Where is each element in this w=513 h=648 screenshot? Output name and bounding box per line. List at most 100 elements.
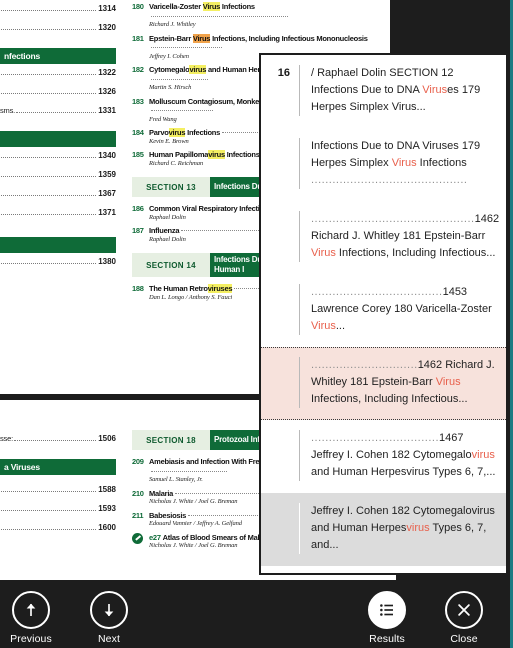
search-results-panel: 16 / Raphael Dolin SECTION 12 Infections… <box>259 53 508 575</box>
section-bar-green: nfections <box>0 48 116 64</box>
section-bar-green <box>0 131 116 147</box>
snippet-text: ... <box>335 320 346 332</box>
search-results-list[interactable]: 16 / Raphael Dolin SECTION 12 Infections… <box>261 55 506 573</box>
dot-leader: ..................................... <box>311 286 443 298</box>
dot-leader: .............................. <box>311 359 418 371</box>
search-keyword-match: Virus <box>311 247 336 259</box>
dot-leader <box>13 440 97 441</box>
toc-title-post: Infections <box>220 2 255 11</box>
section-tag: SECTION 18 <box>132 430 210 450</box>
search-result-page-number <box>261 503 299 554</box>
leader-row: 1367 <box>0 189 116 198</box>
dot-leader <box>1 93 97 94</box>
leader-page: 1340 <box>98 151 116 160</box>
search-result-snippet: ....................................1467… <box>299 430 506 481</box>
search-result-item[interactable]: Infections Due to DNA Viruses 179 Herpes… <box>261 128 506 201</box>
leader-page: 1593 <box>98 504 116 513</box>
close-label: Close <box>450 633 478 645</box>
toc-title-pre: Cytomegalo <box>149 65 190 74</box>
toc-title-highlight: viruses <box>207 284 233 293</box>
toc-title-pre: Influenza <box>149 226 180 235</box>
toc-title-post: Infections <box>185 128 221 137</box>
snippet-text: Infections, Including Infectious... <box>311 393 468 405</box>
dot-leader: .................................... <box>311 432 440 444</box>
toc-chapter-number: 211 <box>132 510 144 520</box>
leader-row: 1371 <box>0 208 116 217</box>
close-button[interactable]: Close <box>433 591 495 645</box>
leader-page: 1322 <box>98 68 116 77</box>
search-result-snippet: ..............................1462 Richa… <box>299 357 506 408</box>
section-tag: SECTION 14 <box>132 253 210 277</box>
dot-leader <box>1 176 97 177</box>
search-result-snippet: Infections Due to DNA Viruses 179 Herpes… <box>299 138 506 189</box>
dot-leader <box>1 29 97 30</box>
search-keyword-match: virus <box>406 522 430 534</box>
leader-page: 1371 <box>98 208 116 217</box>
toc-chapter-number: 186 <box>132 204 144 213</box>
search-result-item[interactable]: Jeffrey I. Cohen 182 Cytomegalovirus and… <box>261 493 506 566</box>
results-button[interactable]: Results <box>356 591 418 645</box>
leader-page: 1326 <box>98 87 116 96</box>
leader-row: 1314 <box>0 4 116 13</box>
toc-chapter-number: 185 <box>132 150 144 159</box>
section-bar-green <box>0 237 116 253</box>
leader-page: 1359 <box>98 170 116 179</box>
arrow-down-icon <box>90 591 128 629</box>
leader-row: 1588 <box>0 485 116 494</box>
toc-author: Richard J. Whitley <box>149 21 196 28</box>
search-result-item[interactable]: .....................................145… <box>261 274 506 347</box>
reader-app-window: 1314 1320 nfections 1322 1326 sms. 1331 … <box>0 0 513 648</box>
toc-title-pre: Epstein-Barr <box>149 33 193 43</box>
dot-leader: ........................................… <box>311 213 475 225</box>
leader-row: 1593 <box>0 504 116 513</box>
search-result-item[interactable]: ....................................1467… <box>261 420 506 493</box>
dot-leader <box>151 470 227 472</box>
dot-leader <box>151 78 208 80</box>
leader-row: 1340 <box>0 151 116 160</box>
leader-row: 1322 <box>0 68 116 77</box>
list-icon <box>368 591 406 629</box>
search-keyword-match: virus <box>471 449 495 461</box>
leader-page: 1367 <box>98 189 116 198</box>
search-keyword-match: Virus <box>435 376 461 388</box>
leader-row: 1600 <box>0 523 116 532</box>
search-result-item[interactable]: 16 / Raphael Dolin SECTION 12 Infections… <box>261 55 506 128</box>
search-result-item[interactable]: ..............................1462 Richa… <box>261 347 506 420</box>
leader-row: 1359 <box>0 170 116 179</box>
dot-leader <box>1 214 97 215</box>
search-keyword-match: Virus <box>311 320 336 332</box>
previous-button[interactable]: Previous <box>0 591 62 645</box>
search-result-page-number <box>261 430 299 481</box>
dot-leader <box>1 74 97 75</box>
next-button[interactable]: Next <box>78 591 140 645</box>
close-x-icon <box>445 591 483 629</box>
search-result-item[interactable]: 183 Molluscum Contagiosum, Monkeypox, an… <box>261 566 506 573</box>
leader-row: 1320 <box>0 23 116 32</box>
leader-page: 1506 <box>98 434 116 443</box>
toc-title-pre: Parvo <box>149 128 169 137</box>
search-result-snippet: .....................................145… <box>299 284 506 335</box>
leader-row: 1380 <box>0 257 116 266</box>
search-result-page-number: 16 <box>277 67 290 79</box>
toc-title-post: Infections <box>224 150 260 159</box>
leader-page: 1314 <box>98 4 116 13</box>
toc-title: Epstein-Barr Virus Infections, Including… <box>149 33 386 53</box>
dot-leader <box>151 15 289 17</box>
toc-chapter-number: 182 <box>132 65 144 74</box>
toc-chapter-number: 210 <box>132 488 144 498</box>
leader-label: sse: <box>0 434 13 443</box>
toc-chapter-number: 181 <box>132 33 144 43</box>
toc-chapter-number: e27 <box>149 532 161 542</box>
search-keyword-match: Virus <box>422 84 448 96</box>
toc-title-highlight: virus <box>168 128 186 137</box>
dot-leader <box>16 112 97 113</box>
arrow-up-icon <box>12 591 50 629</box>
dot-leader <box>151 47 223 48</box>
leader-row: 1326 <box>0 87 116 96</box>
toc-title: Varicella-Zoster Virus Infections <box>149 2 386 21</box>
toc-title-pre: Human Papilloma <box>149 150 209 159</box>
toc-title-pre: The Human Retro <box>149 284 208 293</box>
toc-chapter-number: 188 <box>132 284 144 293</box>
search-result-snippet: ........................................… <box>299 211 506 262</box>
search-result-item[interactable]: ........................................… <box>261 201 506 274</box>
